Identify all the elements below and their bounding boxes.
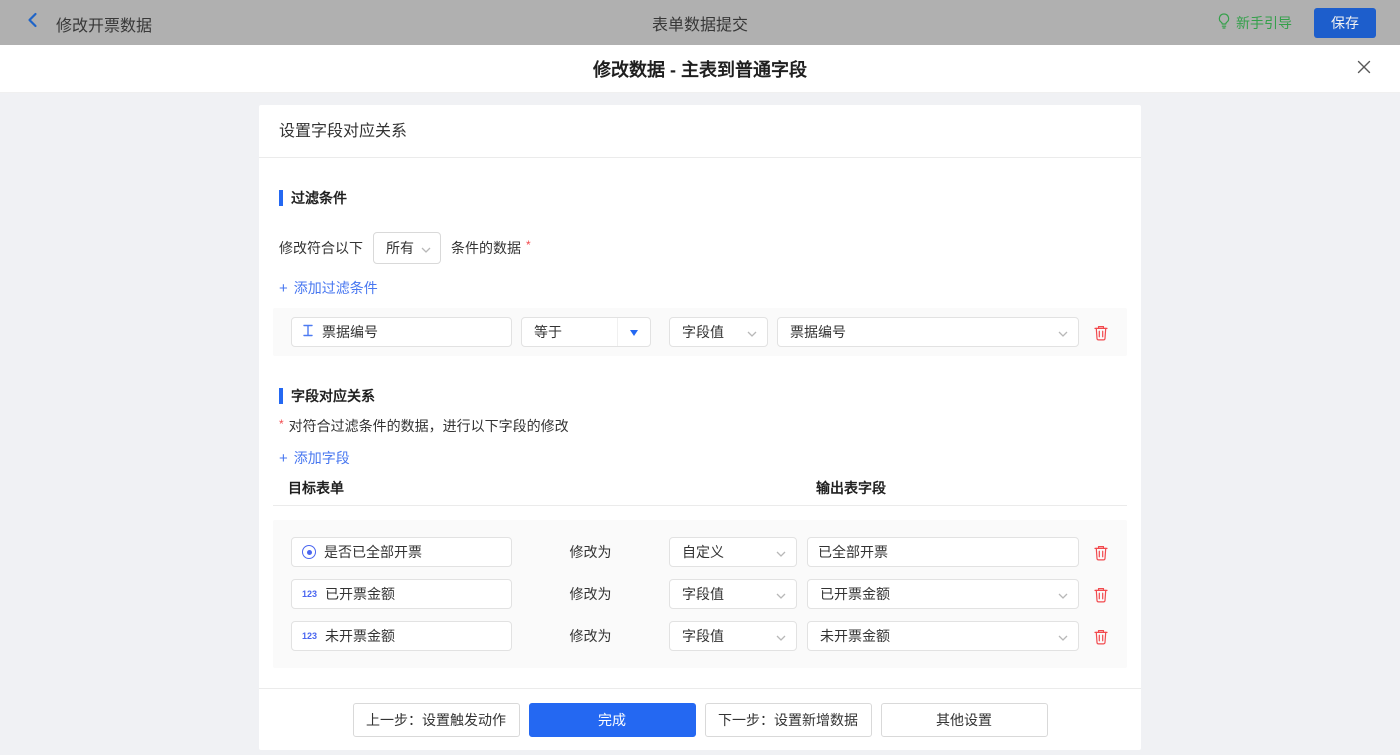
mapping-row: 123 未开票金额 修改为 字段值 未开票金额 <box>291 621 1127 651</box>
chevron-down-icon <box>1058 628 1068 644</box>
top-bar: 修改开票数据 表单数据提交 新手引导 保存 <box>0 0 1400 45</box>
custom-value-input-field[interactable] <box>808 544 1078 560</box>
filter-section-title: 过滤条件 <box>279 188 1141 208</box>
chevron-left-icon <box>24 11 42 34</box>
output-field-select[interactable]: 已开票金额 <box>807 579 1079 609</box>
prev-step-button[interactable]: 上一步：设置触发动作 <box>353 703 520 737</box>
modify-mode-select[interactable]: 字段值 <box>669 579 797 609</box>
mapping-rows-container: 是否已全部开票 修改为 自定义 <box>273 520 1127 668</box>
triangle-down-icon <box>617 318 650 346</box>
done-button[interactable]: 完成 <box>529 703 696 737</box>
output-field-select[interactable]: 未开票金额 <box>807 621 1079 651</box>
back-button[interactable] <box>24 11 42 34</box>
lightbulb-icon <box>1217 13 1231 32</box>
chevron-down-icon <box>776 586 786 602</box>
required-asterisk: * <box>279 417 284 431</box>
add-field-link[interactable]: + 添加字段 <box>279 448 350 468</box>
trash-icon <box>1093 544 1109 561</box>
match-suffix-label: 条件的数据 <box>451 238 521 258</box>
section-marker <box>279 190 283 206</box>
delete-mapping-row-button[interactable] <box>1093 544 1109 561</box>
modify-mode-select[interactable]: 字段值 <box>669 621 797 651</box>
trash-icon <box>1093 586 1109 603</box>
filter-value-type-select[interactable]: 字段值 <box>669 317 768 347</box>
close-button[interactable] <box>1354 59 1374 79</box>
required-asterisk: * <box>526 238 531 252</box>
mapping-description: * 对符合过滤条件的数据，进行以下字段的修改 <box>279 416 1141 436</box>
beginner-guide-label: 新手引导 <box>1236 13 1292 33</box>
radio-field-type-icon <box>302 545 316 559</box>
page-title: 表单数据提交 <box>0 11 1400 35</box>
number-field-type-icon: 123 <box>302 589 317 599</box>
dialog-header: 修改数据 - 主表到普通字段 <box>0 45 1400 93</box>
add-filter-condition-link[interactable]: + 添加过滤条件 <box>279 278 378 298</box>
match-prefix-label: 修改符合以下 <box>279 238 363 258</box>
modify-mode-select[interactable]: 自定义 <box>669 537 797 567</box>
plus-icon: + <box>279 451 288 466</box>
delete-filter-row-button[interactable] <box>1093 324 1109 341</box>
dialog-body: 设置字段对应关系 过滤条件 修改符合以下 所有 条件的数据 * + <box>0 93 1400 755</box>
target-field-select[interactable]: 是否已全部开票 <box>291 537 512 567</box>
filter-condition-row: 票据编号 等于 字段值 票据编号 <box>273 308 1127 356</box>
settings-card: 设置字段对应关系 过滤条件 修改符合以下 所有 条件的数据 * + <box>259 105 1141 750</box>
mapping-row: 123 已开票金额 修改为 字段值 已开票金额 <box>291 579 1127 609</box>
workflow-title[interactable]: 修改开票数据 <box>56 12 152 47</box>
dialog-footer: 上一步：设置触发动作 完成 下一步：设置新增数据 其他设置 <box>259 688 1141 750</box>
plus-icon: + <box>279 281 288 296</box>
delete-mapping-row-button[interactable] <box>1093 628 1109 645</box>
modify-as-label: 修改为 <box>512 542 669 562</box>
other-settings-button[interactable]: 其他设置 <box>881 703 1048 737</box>
mapping-section-title: 字段对应关系 <box>279 386 1141 406</box>
delete-mapping-row-button[interactable] <box>1093 586 1109 603</box>
modify-as-label: 修改为 <box>512 584 669 604</box>
filter-field-select[interactable]: 票据编号 <box>291 317 512 347</box>
mapping-row: 是否已全部开票 修改为 自定义 <box>291 537 1127 567</box>
card-header: 设置字段对应关系 <box>259 105 1141 158</box>
save-button[interactable]: 保存 <box>1314 8 1376 38</box>
number-field-type-icon: 123 <box>302 631 317 641</box>
custom-value-input[interactable] <box>807 537 1079 567</box>
beginner-guide-link[interactable]: 新手引导 <box>1217 13 1292 33</box>
filter-value-select[interactable]: 票据编号 <box>777 317 1079 347</box>
mapping-column-headers: 目标表单 输出表字段 <box>273 476 1127 506</box>
close-icon <box>1356 59 1372 80</box>
filter-operator-select[interactable]: 等于 <box>521 317 651 347</box>
target-field-select[interactable]: 123 未开票金额 <box>291 621 512 651</box>
target-form-column-header: 目标表单 <box>288 478 344 498</box>
target-field-select[interactable]: 123 已开票金额 <box>291 579 512 609</box>
chevron-down-icon <box>776 544 786 560</box>
next-step-button[interactable]: 下一步：设置新增数据 <box>705 703 872 737</box>
text-field-type-icon <box>302 324 314 340</box>
output-field-column-header: 输出表字段 <box>816 478 886 498</box>
modify-as-label: 修改为 <box>512 626 669 646</box>
chevron-down-icon <box>421 240 431 256</box>
chevron-down-icon <box>747 324 757 340</box>
chevron-down-icon <box>776 628 786 644</box>
dialog-title: 修改数据 - 主表到普通字段 <box>593 56 807 82</box>
match-mode-select[interactable]: 所有 <box>373 232 441 264</box>
section-marker <box>279 388 283 404</box>
chevron-down-icon <box>1058 586 1068 602</box>
trash-icon <box>1093 628 1109 645</box>
trash-icon <box>1093 324 1109 341</box>
chevron-down-icon <box>1058 324 1068 340</box>
